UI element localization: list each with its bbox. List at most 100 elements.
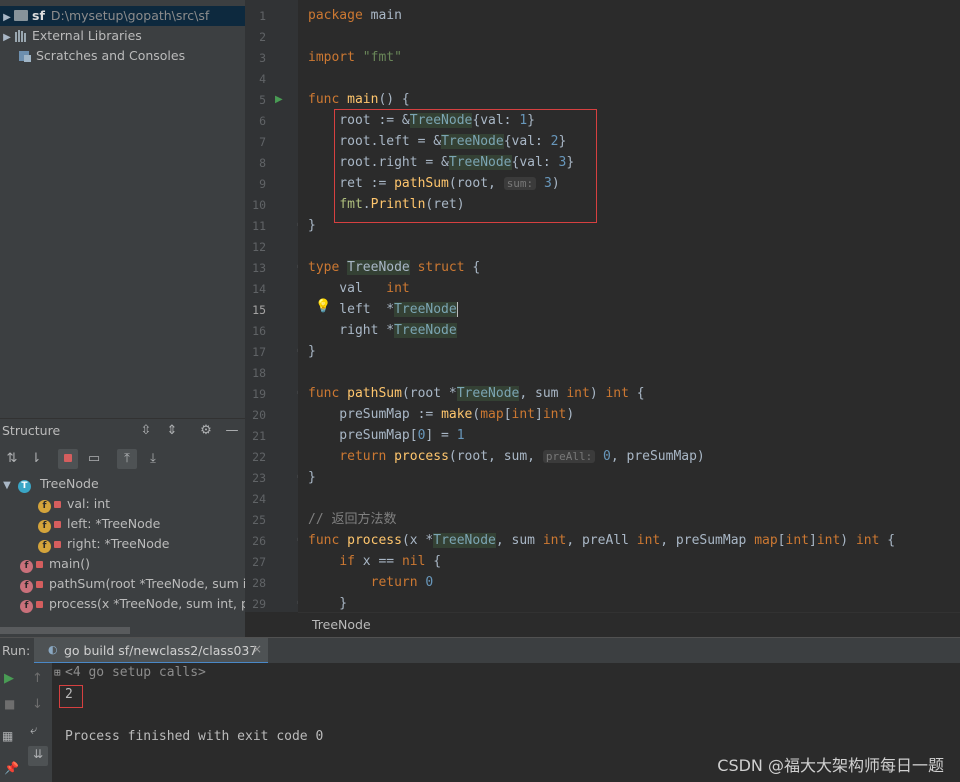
expand-all-icon[interactable]: ⇳ [136, 421, 156, 441]
run-icon[interactable]: ▶ [275, 94, 283, 105]
lock-icon [54, 521, 61, 528]
line-number: 26 [252, 534, 266, 548]
lightbulb-icon[interactable]: 💡 [315, 299, 331, 314]
scratches-row[interactable]: Scratches and Consoles [6, 46, 185, 66]
line-number: 28 [252, 576, 266, 590]
structure-item-process[interactable]: f process(x *TreeNode, sum int, pr [20, 594, 254, 614]
code-line: } [308, 596, 348, 611]
breadcrumb: TreeNode [298, 612, 960, 637]
scratches-icon [18, 48, 32, 62]
structure-item-label: process(x *TreeNode, sum int, pr [49, 596, 255, 611]
expand-icon[interactable]: ⊞ [54, 666, 61, 679]
gear-icon[interactable]: ⚙ [196, 421, 216, 441]
layout-icon[interactable]: ▦ [2, 729, 13, 743]
show-private-icon[interactable] [58, 449, 78, 469]
collapse-all-icon[interactable]: ⇕ [162, 421, 182, 441]
autoscroll-to-source-icon[interactable]: ⤒ [117, 449, 137, 469]
setup-calls[interactable]: <4 go setup calls> [65, 665, 206, 680]
structure-item-treenode[interactable]: ▼ T TreeNode [0, 474, 99, 494]
lock-icon [54, 541, 61, 548]
lock-icon [36, 581, 43, 588]
folder-icon [14, 10, 28, 21]
external-libraries-row[interactable]: ▶ External Libraries [0, 26, 142, 46]
run-tab[interactable]: ◐ go build sf/newclass2/class037 × [34, 638, 268, 664]
line-number: 4 [259, 72, 266, 86]
structure-item-label: main() [49, 556, 90, 571]
scroll-to-end-icon[interactable]: ⇊ [28, 746, 48, 766]
code-line: } [308, 218, 316, 233]
function-icon: f [20, 560, 33, 573]
line-number: 9 [259, 177, 266, 191]
line-number: 16 [252, 324, 266, 338]
chevron-right-icon[interactable]: ▶ [0, 28, 14, 48]
breadcrumb-item[interactable]: TreeNode [312, 617, 371, 632]
function-icon: f [20, 600, 33, 613]
folder-view-icon[interactable]: ▭ [84, 449, 104, 469]
pin-icon[interactable]: 📌 [4, 761, 19, 775]
highlight-box [334, 109, 597, 223]
code-line: preSumMap := make(map[int]int) [308, 407, 575, 422]
code-line: if x == nil { [339, 554, 442, 569]
code-line: type TreeNode struct { [308, 260, 481, 275]
line-number: 21 [252, 429, 266, 443]
sort-visibility-icon[interactable]: ⇂ [26, 449, 46, 469]
go-icon: ◐ [48, 643, 58, 656]
line-number: 13 [252, 261, 266, 275]
soft-wrap-icon[interactable]: ⤶ [30, 723, 37, 738]
structure-item-pathsum[interactable]: f pathSum(root *TreeNode, sum in [20, 574, 254, 594]
field-icon: f [38, 500, 51, 513]
autoscroll-from-source-icon[interactable]: ⤓ [143, 449, 163, 469]
lock-icon [36, 601, 43, 608]
field-icon: f [38, 540, 51, 553]
line-number: 11 [252, 219, 266, 233]
line-number: 29 [252, 597, 266, 611]
run-toolbar: ▶ ↑ ■ ↓ ⤶ ▦ ⇊ 📌 [0, 663, 52, 782]
structure-item-label: left: *TreeNode [67, 516, 161, 531]
line-number: 24 [252, 492, 266, 506]
code-editor[interactable]: package main import "fmt" func main() { … [298, 0, 960, 612]
minimize-icon[interactable]: — [222, 421, 242, 441]
sort-alpha-icon[interactable]: ⇅ [2, 449, 22, 469]
type-icon: T [18, 480, 31, 493]
param-hint-preall: preAll: [542, 450, 596, 463]
structure-item-main[interactable]: f main() [20, 554, 90, 574]
line-number: 3 [259, 51, 266, 65]
line-number: 12 [252, 240, 266, 254]
lock-icon [36, 561, 43, 568]
line-number: 8 [259, 156, 266, 170]
structure-item-label: val: int [67, 496, 111, 511]
code-line: return process(root, sum, preAll: 0, pre… [339, 449, 705, 464]
code-line: right *TreeNode [308, 323, 457, 338]
line-number: 7 [259, 135, 266, 149]
project-root-row[interactable]: ▶ sf D:\mysetup\gopath\src\sf [0, 6, 245, 26]
structure-panel: Structure ⇳ ⇕ ⚙ — ⇅ ⇂ ▭ ⤒ ⤓ ▼ T TreeNode f… [0, 418, 254, 637]
horizontal-scrollbar[interactable] [0, 627, 130, 634]
run-header: Run: ◐ go build sf/newclass2/class037 × [0, 637, 960, 664]
code-line: func process(x *TreeNode, sum int, preAl… [308, 533, 896, 548]
structure-item-val[interactable]: f val: int [38, 494, 110, 514]
code-line: } [308, 470, 316, 485]
line-number: 20 [252, 408, 266, 422]
library-icon [14, 28, 28, 42]
chevron-down-icon[interactable]: ▼ [0, 476, 14, 496]
external-libraries-label: External Libraries [32, 28, 142, 43]
chevron-right-icon[interactable]: ▶ [0, 8, 14, 28]
editor-gutter: 1 2 3 4 5 6 7 8 9 10 11 12 13 14 15 16 17 18 19 20 21 22 23 24 2… [245, 0, 303, 612]
up-arrow-icon[interactable]: ↑ [32, 671, 43, 686]
structure-item-label: TreeNode [40, 476, 99, 491]
line-number: 2 [259, 30, 266, 44]
rerun-icon[interactable]: ▶ [4, 671, 14, 686]
structure-item-right[interactable]: f right: *TreeNode [38, 534, 169, 554]
project-root-path: D:\mysetup\gopath\src\sf [50, 8, 210, 23]
structure-item-label: pathSum(root *TreeNode, sum in [49, 576, 255, 591]
stop-icon[interactable]: ■ [4, 697, 15, 711]
close-icon[interactable]: × [252, 642, 262, 656]
field-icon: f [38, 520, 51, 533]
code-line: import "fmt" [308, 50, 402, 65]
down-arrow-icon[interactable]: ↓ [32, 697, 43, 712]
structure-item-left[interactable]: f left: *TreeNode [38, 514, 160, 534]
line-number: 22 [252, 450, 266, 464]
process-finished: Process finished with exit code 0 [65, 729, 324, 744]
code-line: func pathSum(root *TreeNode, sum int) in… [308, 386, 645, 401]
line-number: 6 [259, 114, 266, 128]
